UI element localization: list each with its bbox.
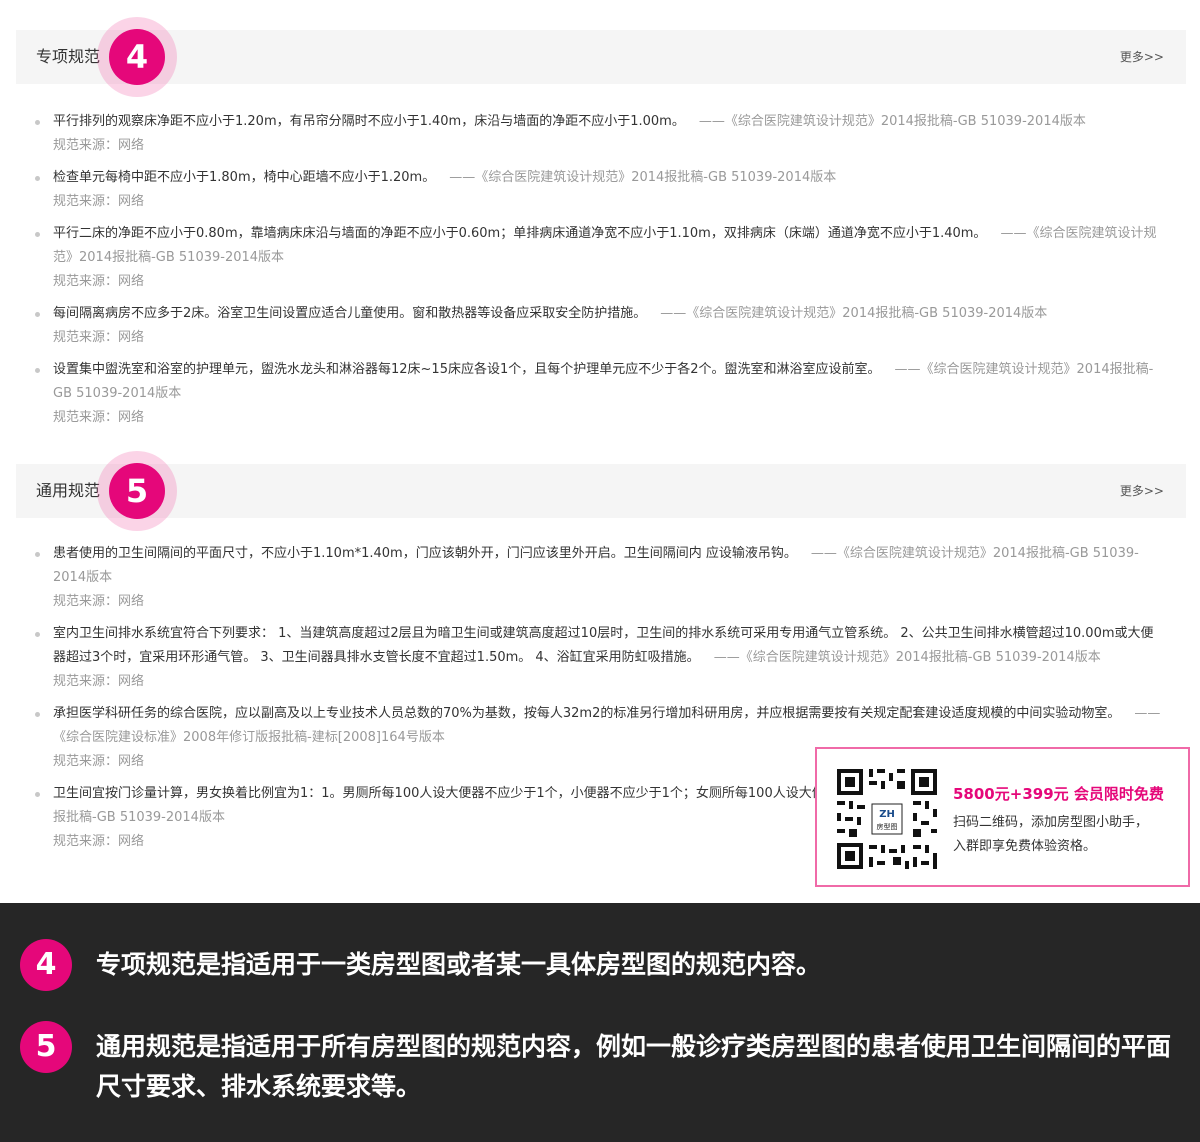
- source-origin: 规范来源：网络: [53, 330, 145, 345]
- qr-promo-popup[interactable]: ZH 房型图 5800元+399元 会员限时免费 扫码二维码，添加房型图小助手，…: [815, 747, 1190, 887]
- source-reference[interactable]: ——《综合医院建筑设计规范》2014报批稿-GB 51039-2014版本: [699, 114, 1086, 129]
- list-item: 患者使用的卫生间隔间的平面尺寸，不应小于1.10m*1.40m，门应该朝外开，门…: [16, 542, 1186, 614]
- section-title: 通用规范: [36, 481, 101, 500]
- qr-logo-bottom: 房型图: [877, 822, 898, 831]
- source-origin: 规范来源：网络: [53, 194, 145, 209]
- source-reference[interactable]: ——《综合医院建筑设计规范》2014报批稿-GB 51039-2014版本: [449, 170, 836, 185]
- note-text: 专项规范是指适用于一类房型图或者某一具体房型图的规范内容。: [96, 950, 822, 979]
- callout-badge-4: 4: [109, 29, 165, 85]
- bullet-icon: [35, 312, 40, 317]
- promo-line-1: 扫码二维码，添加房型图小助手，: [953, 815, 1149, 830]
- source-origin: 规范来源：网络: [53, 594, 145, 609]
- source-origin: 规范来源：网络: [53, 138, 145, 153]
- bullet-icon: [35, 792, 40, 797]
- list-item: 平行二床的净距不应小于0.80m，靠墙病床床沿与墙面的净距不应小于0.60m；单…: [16, 222, 1186, 294]
- norm-list: 平行排列的观察床净距不应小于1.20m，有吊帘分隔时不应小于1.40m，床沿与墙…: [16, 110, 1186, 430]
- source-origin: 规范来源：网络: [53, 674, 145, 689]
- list-item: 平行排列的观察床净距不应小于1.20m，有吊帘分隔时不应小于1.40m，床沿与墙…: [16, 110, 1186, 158]
- bullet-icon: [35, 176, 40, 181]
- bullet-icon: [35, 232, 40, 237]
- bullet-icon: [35, 120, 40, 125]
- more-link[interactable]: 更多>>: [1120, 464, 1164, 518]
- more-link[interactable]: 更多>>: [1120, 30, 1164, 84]
- promo-line-2: 入群即享免费体验资格。: [953, 839, 1097, 854]
- list-item: 每间隔离病房不应多于2床。浴室卫生间设置应适合儿童使用。窗和散热器等设备应采取安…: [16, 302, 1186, 350]
- list-item: 检查单元每椅中距不应小于1.80m，椅中心距墙不应小于1.20m。 ——《综合医院…: [16, 166, 1186, 214]
- promo-text: 5800元+399元 会员限时免费: [953, 785, 1164, 803]
- bullet-icon: [35, 368, 40, 373]
- bullet-icon: [35, 552, 40, 557]
- source-reference[interactable]: ——《综合医院建筑设计规范》2014报批稿-GB 51039-2014版本: [714, 650, 1101, 665]
- note-badge: 5: [20, 1021, 72, 1073]
- explanation-panel: 4 专项规范是指适用于一类房型图或者某一具体房型图的规范内容。 5 通用规范是指…: [0, 903, 1200, 1142]
- section-special-norms: 专项规范 更多>> 平行排列的观察床净距不应小于1.20m，有吊帘分隔时不应小于…: [16, 30, 1186, 438]
- section-title: 专项规范: [36, 47, 101, 66]
- qr-code-icon: ZH 房型图: [835, 767, 939, 871]
- section-header: 通用规范 更多>>: [16, 464, 1186, 518]
- qr-logo-top: ZH: [879, 809, 895, 820]
- source-origin: 规范来源：网络: [53, 410, 145, 425]
- note-badge: 4: [20, 939, 72, 991]
- promo-description: 扫码二维码，添加房型图小助手， 入群即享免费体验资格。: [953, 811, 1178, 859]
- bullet-icon: [35, 632, 40, 637]
- section-header: 专项规范 更多>>: [16, 30, 1186, 84]
- note-text: 通用规范是指适用于所有房型图的规范内容，例如一般诊疗类房型图的患者使用卫生间隔间…: [96, 1032, 1172, 1101]
- source-reference[interactable]: ——《综合医院建筑设计规范》2014报批稿-GB 51039-2014版本: [660, 306, 1047, 321]
- callout-badge-5: 5: [109, 463, 165, 519]
- list-item: 设置集中盥洗室和浴室的护理单元，盥洗水龙头和淋浴器每12床~15床应各设1个，且…: [16, 358, 1186, 430]
- source-origin: 规范来源：网络: [53, 274, 145, 289]
- list-item: 室内卫生间排水系统宜符合下列要求： 1、当建筑高度超过2层且为暗卫生间或建筑高度…: [16, 622, 1186, 694]
- bullet-icon: [35, 712, 40, 717]
